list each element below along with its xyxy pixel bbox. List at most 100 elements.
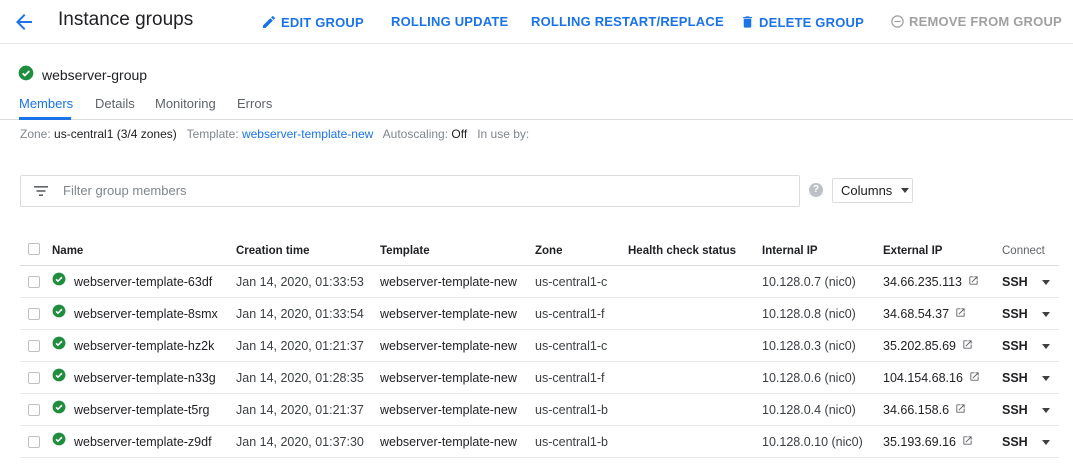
back-arrow-icon[interactable] xyxy=(12,10,36,34)
ssh-dropdown-caret-icon[interactable] xyxy=(1041,375,1050,381)
open-in-new-icon[interactable] xyxy=(962,426,973,458)
in-use-by-label: In use by: xyxy=(477,127,530,141)
edit-group-button[interactable]: EDIT GROUP xyxy=(261,14,364,30)
instance-name[interactable]: webserver-template-8smx xyxy=(74,298,218,330)
creation-time: Jan 14, 2020, 01:33:54 xyxy=(236,307,364,321)
template-link[interactable]: webserver-template-new xyxy=(242,127,373,141)
table-row[interactable]: webserver-template-hz2k Jan 14, 2020, 01… xyxy=(20,330,1059,362)
row-checkbox[interactable] xyxy=(28,436,40,448)
header-creation-time[interactable]: Creation time xyxy=(236,236,310,266)
ssh-button[interactable]: SSH xyxy=(1002,426,1050,458)
header-zone[interactable]: Zone xyxy=(535,236,562,266)
template-name: webserver-template-new xyxy=(380,435,517,449)
members-table: Name Creation time Template Zone Health … xyxy=(20,236,1059,458)
ssh-label: SSH xyxy=(1002,403,1028,417)
ssh-dropdown-caret-icon[interactable] xyxy=(1041,311,1050,317)
header-external-ip[interactable]: External IP xyxy=(883,236,942,266)
template-name: webserver-template-new xyxy=(380,307,517,321)
external-ip: 34.68.54.37 xyxy=(883,307,950,321)
rolling-restart-replace-button[interactable]: ROLLING RESTART/REPLACE xyxy=(531,14,724,29)
filter-bar xyxy=(20,175,800,207)
instance-name[interactable]: webserver-template-hz2k xyxy=(74,330,214,362)
header-name[interactable]: Name xyxy=(52,236,83,266)
zone: us-central1-b xyxy=(535,435,608,449)
external-ip: 35.193.69.16 xyxy=(883,435,956,449)
internal-ip: 10.128.0.7 (nic0) xyxy=(762,275,856,289)
rolling-update-label: ROLLING UPDATE xyxy=(391,14,509,29)
instance-name-cell: webserver-template-t5rg xyxy=(52,394,209,426)
row-checkbox[interactable] xyxy=(28,340,40,352)
select-all-checkbox[interactable] xyxy=(28,243,40,255)
header-health-check-status[interactable]: Health check status xyxy=(628,236,736,266)
instance-name-cell: webserver-template-z9df xyxy=(52,426,212,458)
external-ip-cell: 34.68.54.37 xyxy=(883,298,966,330)
open-in-new-icon[interactable] xyxy=(969,362,980,394)
row-checkbox[interactable] xyxy=(28,404,40,416)
open-in-new-icon[interactable] xyxy=(955,394,966,426)
creation-time: Jan 14, 2020, 01:33:53 xyxy=(236,275,364,289)
header-bar: Instance groups EDIT GROUP ROLLING UPDAT… xyxy=(0,0,1073,44)
zone: us-central1-c xyxy=(535,275,608,289)
row-checkbox[interactable] xyxy=(28,372,40,384)
template-label: Template: xyxy=(186,127,239,141)
internal-ip: 10.128.0.6 (nic0) xyxy=(762,371,856,385)
open-in-new-icon[interactable] xyxy=(962,330,973,362)
table-header-row: Name Creation time Template Zone Health … xyxy=(20,236,1059,266)
internal-ip: 10.128.0.4 (nic0) xyxy=(762,403,856,417)
tab-details[interactable]: Details xyxy=(95,96,135,111)
header-internal-ip[interactable]: Internal IP xyxy=(762,236,818,266)
template-name: webserver-template-new xyxy=(380,339,517,353)
ssh-button[interactable]: SSH xyxy=(1002,266,1050,298)
zone-value: us-central1 (3/4 zones) xyxy=(54,127,177,141)
ssh-dropdown-caret-icon[interactable] xyxy=(1041,279,1050,285)
external-ip: 34.66.235.113 xyxy=(883,275,963,289)
tab-monitoring[interactable]: Monitoring xyxy=(155,96,216,111)
open-in-new-icon[interactable] xyxy=(955,298,966,330)
external-ip-cell: 35.202.85.69 xyxy=(883,330,973,362)
remove-from-group-button[interactable]: REMOVE FROM GROUP xyxy=(890,14,1062,29)
zone-label: Zone: xyxy=(20,127,51,141)
delete-group-button[interactable]: DELETE GROUP xyxy=(740,14,864,30)
external-ip-cell: 34.66.235.113 xyxy=(883,266,979,298)
row-checkbox[interactable] xyxy=(28,308,40,320)
ssh-label: SSH xyxy=(1002,339,1028,353)
internal-ip: 10.128.0.3 (nic0) xyxy=(762,339,856,353)
dropdown-caret-icon xyxy=(901,188,910,193)
table-row[interactable]: webserver-template-8smx Jan 14, 2020, 01… xyxy=(20,298,1059,330)
instance-name-cell: webserver-template-8smx xyxy=(52,298,218,330)
tab-members[interactable]: Members xyxy=(19,96,73,111)
internal-ip: 10.128.0.8 (nic0) xyxy=(762,307,856,321)
check-circle-icon xyxy=(52,426,66,458)
ssh-button[interactable]: SSH xyxy=(1002,394,1050,426)
table-row[interactable]: webserver-template-63df Jan 14, 2020, 01… xyxy=(20,266,1059,298)
remove-circle-icon xyxy=(890,14,905,29)
instance-name[interactable]: webserver-template-z9df xyxy=(74,426,212,458)
header-template[interactable]: Template xyxy=(380,236,430,266)
help-icon[interactable]: ? xyxy=(809,183,823,197)
tab-errors[interactable]: Errors xyxy=(237,96,272,111)
creation-time: Jan 14, 2020, 01:28:35 xyxy=(236,371,364,385)
check-circle-icon xyxy=(52,266,66,298)
columns-dropdown[interactable]: Columns xyxy=(832,178,913,203)
instance-name[interactable]: webserver-template-n33g xyxy=(74,362,216,394)
table-row[interactable]: webserver-template-z9df Jan 14, 2020, 01… xyxy=(20,426,1059,458)
open-in-new-icon[interactable] xyxy=(968,266,979,298)
ssh-button[interactable]: SSH xyxy=(1002,330,1050,362)
table-row[interactable]: webserver-template-n33g Jan 14, 2020, 01… xyxy=(20,362,1059,394)
instance-name[interactable]: webserver-template-63df xyxy=(74,266,212,298)
ssh-dropdown-caret-icon[interactable] xyxy=(1041,407,1050,413)
zone: us-central1-f xyxy=(535,307,605,321)
table-row[interactable]: webserver-template-t5rg Jan 14, 2020, 01… xyxy=(20,394,1059,426)
creation-time: Jan 14, 2020, 01:21:37 xyxy=(236,339,364,353)
ssh-button[interactable]: SSH xyxy=(1002,298,1050,330)
ssh-dropdown-caret-icon[interactable] xyxy=(1041,343,1050,349)
template-name: webserver-template-new xyxy=(380,403,517,417)
rolling-update-button[interactable]: ROLLING UPDATE xyxy=(391,14,508,29)
check-circle-icon xyxy=(18,65,34,84)
ssh-button[interactable]: SSH xyxy=(1002,362,1050,394)
instance-name[interactable]: webserver-template-t5rg xyxy=(74,394,209,426)
instance-name-cell: webserver-template-hz2k xyxy=(52,330,214,362)
ssh-dropdown-caret-icon[interactable] xyxy=(1041,439,1050,445)
filter-input[interactable] xyxy=(63,183,763,198)
row-checkbox[interactable] xyxy=(28,276,40,288)
